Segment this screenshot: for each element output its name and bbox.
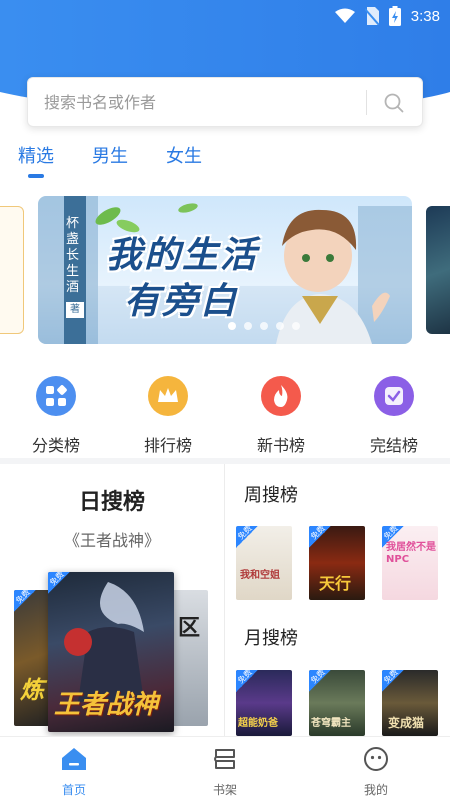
banner-author-name: 杯盏长生酒: [66, 216, 80, 295]
book-cover[interactable]: 免费 苍穹霸主: [309, 670, 365, 736]
book-cover[interactable]: 免费 我和空姐: [236, 526, 292, 600]
book-title: 炼: [20, 676, 44, 704]
search-input[interactable]: [44, 78, 354, 126]
wifi-icon: [334, 8, 355, 23]
flame-icon: [261, 376, 301, 416]
category-shortcuts: 分类榜 排行榜 新书榜 完结榜: [0, 370, 450, 460]
no-sim-icon: [364, 7, 379, 25]
category-completed[interactable]: 完结榜: [344, 370, 444, 456]
tab-female[interactable]: 女生: [166, 142, 202, 168]
book-title: 苍穹霸主: [311, 718, 351, 729]
profile-icon: [364, 747, 388, 771]
daily-ranking-subtitle[interactable]: 《王者战神》: [0, 527, 224, 551]
banner-slide[interactable]: 杯盏长生酒 著 我的生活 有旁白: [38, 196, 412, 344]
nav-label: 首页: [61, 783, 86, 797]
nav-bookshelf[interactable]: 书架: [175, 737, 275, 800]
grid-icon: [36, 376, 76, 416]
category-label: 排行榜: [143, 436, 192, 455]
bookshelf-icon: [214, 749, 235, 769]
search-icon[interactable]: [382, 91, 406, 115]
book-cover[interactable]: 免费 变成猫: [382, 670, 438, 736]
book-title: 我和空姐: [240, 570, 280, 581]
free-badge: 免费: [14, 590, 36, 612]
free-badge: 免费: [309, 670, 331, 692]
banner-dot[interactable]: [244, 322, 252, 330]
banner-carousel[interactable]: 杯盏长生酒 著 我的生活 有旁白: [0, 196, 450, 346]
nav-profile[interactable]: 我的: [326, 737, 426, 800]
banner-dot[interactable]: [276, 322, 284, 330]
book-cover-featured[interactable]: 免费 王者战神: [48, 572, 174, 732]
weekly-ranking-title: 周搜榜: [244, 485, 298, 506]
crown-icon: [148, 376, 188, 416]
section-divider: [0, 458, 450, 464]
nav-label: 我的: [363, 783, 388, 797]
book-title: 王者战神: [54, 690, 159, 720]
tab-male[interactable]: 男生: [92, 142, 128, 168]
banner-prev-card[interactable]: [0, 206, 24, 334]
book-title: 区: [178, 616, 201, 641]
category-new-books[interactable]: 新书榜: [231, 370, 331, 456]
free-badge: 免费: [309, 526, 331, 548]
banner-pagination: [228, 322, 300, 330]
battery-charging-icon: [388, 6, 401, 26]
banner-dot[interactable]: [228, 322, 236, 330]
category-ranking[interactable]: 排行榜: [118, 370, 218, 456]
banner-author: 杯盏长生酒 著: [66, 216, 84, 318]
banner-author-suffix: 著: [66, 302, 84, 318]
category-label: 新书榜: [256, 436, 305, 455]
category-label: 分类榜: [31, 436, 80, 455]
free-badge: 免费: [236, 526, 258, 548]
banner-title-line2: 有旁白: [124, 281, 239, 322]
free-badge: 免费: [236, 670, 258, 692]
column-divider: [224, 464, 225, 736]
book-cover[interactable]: 区: [172, 590, 208, 726]
book-cover[interactable]: 免费 超能奶爸: [236, 670, 292, 736]
banner-title-line1: 我的生活: [106, 235, 259, 276]
tab-featured[interactable]: 精选: [18, 142, 54, 178]
book-cover[interactable]: 免费 我居然不是NPC: [382, 526, 438, 600]
status-bar: 3:38: [0, 0, 450, 32]
banner-dot[interactable]: [292, 322, 300, 330]
nav-label: 书架: [212, 783, 237, 797]
book-cover[interactable]: 免费 天行: [309, 526, 365, 600]
channel-tabs: 精选 男生 女生: [18, 142, 202, 178]
search-divider: [366, 90, 367, 115]
check-badge-icon: [374, 376, 414, 416]
search-box[interactable]: [27, 77, 423, 127]
free-badge: 免费: [48, 572, 70, 594]
book-title: 超能奶爸: [238, 718, 278, 729]
category-label: 完结榜: [369, 436, 418, 455]
nav-home[interactable]: 首页: [24, 737, 124, 800]
free-badge: 免费: [382, 670, 404, 692]
bottom-navigation: 首页 书架 我的: [0, 736, 450, 800]
home-icon: [62, 748, 86, 770]
monthly-ranking-title: 月搜榜: [244, 628, 298, 649]
status-time: 3:38: [410, 7, 440, 25]
book-title: 天行: [319, 574, 352, 593]
banner-dot[interactable]: [260, 322, 268, 330]
daily-ranking-title: 日搜榜: [78, 490, 145, 515]
book-title: 变成猫: [388, 716, 425, 730]
banner-next-card[interactable]: [426, 206, 450, 334]
category-classify[interactable]: 分类榜: [6, 370, 106, 456]
book-title: 我居然不是NPC: [386, 542, 436, 565]
